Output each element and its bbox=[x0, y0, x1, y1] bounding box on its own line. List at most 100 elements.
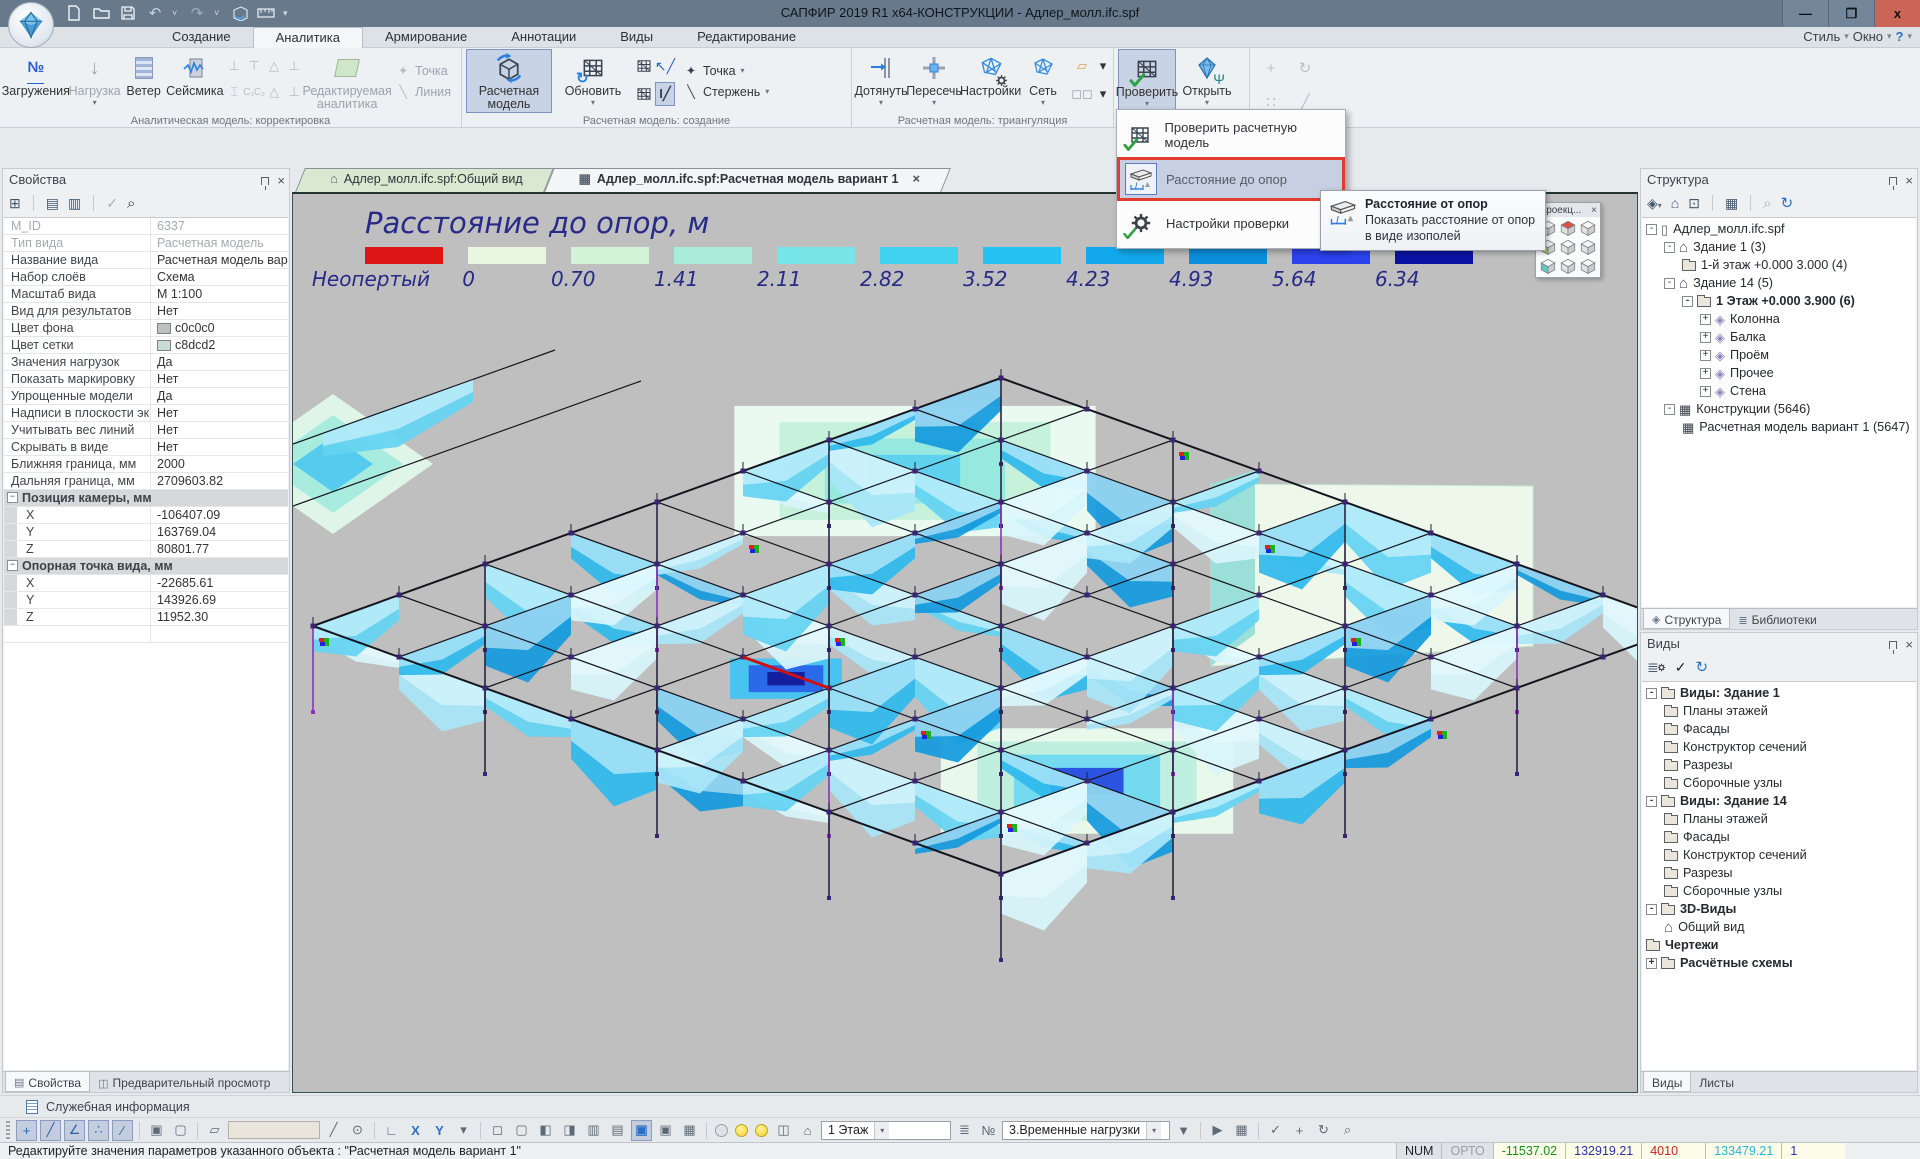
view-tab-analysis-model[interactable]: ▦Адлер_молл.ifc.spf:Расчетная модель вар… bbox=[549, 168, 946, 192]
editable-analytics-button[interactable]: Редактируемая аналитика bbox=[306, 49, 388, 113]
expander-icon[interactable]: - bbox=[1664, 278, 1675, 289]
property-row[interactable]: M_ID 6337 bbox=[4, 218, 288, 235]
help-menu[interactable]: ? bbox=[1896, 29, 1904, 44]
tab-sheets[interactable]: Листы bbox=[1691, 1072, 1742, 1092]
refresh-icon[interactable]: ↻ bbox=[1695, 658, 1708, 676]
tree-item[interactable]: Общий вид bbox=[1642, 918, 1916, 936]
apply-icon[interactable]: ✓ bbox=[106, 195, 118, 212]
refresh-icon[interactable]: ↻ bbox=[1781, 194, 1794, 212]
loadcase-select[interactable]: 3.Временные нагрузки▾ bbox=[1002, 1121, 1170, 1140]
rotate-tool-icon[interactable]: ↻ bbox=[1313, 1120, 1334, 1141]
viewport-canvas[interactable]: Расстояние до опор, м Неопертый 0 bbox=[292, 192, 1638, 1093]
menu-item-check-settings[interactable]: Настройки проверки bbox=[1117, 201, 1345, 245]
expander-icon[interactable]: + bbox=[1700, 350, 1711, 361]
property-row[interactable]: Позиция камеры, мм bbox=[4, 490, 288, 507]
zoom-tool-icon[interactable]: ⌕ bbox=[1337, 1120, 1358, 1141]
view-wire-icon[interactable]: ◻ bbox=[487, 1120, 508, 1141]
menu-tab[interactable]: Аналитика bbox=[253, 27, 363, 48]
tab-preview[interactable]: ◫Предварительный просмотр bbox=[90, 1072, 278, 1092]
view-texture-icon[interactable]: ▥ bbox=[583, 1120, 604, 1141]
service-info-bar[interactable]: Служебная информация bbox=[0, 1095, 1920, 1117]
proj-back-icon[interactable] bbox=[1579, 238, 1597, 256]
tree-item[interactable]: 1-й этаж +0.000 3.000 (4) bbox=[1642, 256, 1916, 274]
model-rod-button[interactable]: ╲Стержень▾ bbox=[684, 84, 769, 99]
minimize-button[interactable]: — bbox=[1782, 0, 1828, 27]
view-render-icon[interactable]: ◨ bbox=[559, 1120, 580, 1141]
maximize-button[interactable]: ❐ bbox=[1828, 0, 1874, 27]
table-filter-icon[interactable]: ▦ bbox=[1231, 1120, 1252, 1141]
export-icon[interactable]: ⊡ bbox=[1688, 195, 1700, 212]
triangulation-settings-button[interactable]: Настройки bbox=[962, 49, 1019, 113]
menu-tab[interactable]: Создание bbox=[150, 27, 253, 48]
tree-item[interactable]: Конструктор сечений bbox=[1642, 738, 1916, 756]
proj-right-icon[interactable] bbox=[1579, 257, 1597, 275]
visibility-on-icon[interactable] bbox=[755, 1124, 768, 1137]
checked-list-icon[interactable]: ▥ bbox=[68, 195, 81, 212]
app-logo[interactable] bbox=[8, 2, 54, 48]
proj-left-icon[interactable] bbox=[1559, 257, 1577, 275]
work-plane-icon[interactable]: ▱ bbox=[204, 1120, 225, 1141]
tab-libraries[interactable]: ≣Библиотеки bbox=[1730, 609, 1824, 629]
view-tab-general[interactable]: ⌂Адлер_молл.ifc.spf:Общий вид bbox=[300, 168, 549, 192]
tree-item[interactable]: Сборочные узлы bbox=[1642, 882, 1916, 900]
tree-item[interactable]: Планы этажей bbox=[1642, 702, 1916, 720]
visibility-half-icon[interactable] bbox=[735, 1124, 748, 1137]
tree-item[interactable]: Фасады bbox=[1642, 828, 1916, 846]
toolbar-grip[interactable] bbox=[6, 1121, 10, 1139]
menu-tab[interactable]: Редактирование bbox=[675, 27, 818, 48]
property-row[interactable]: Название вида Расчетная модель вари... bbox=[4, 252, 288, 269]
check-button[interactable]: Проверить▾ bbox=[1118, 49, 1176, 113]
update-mesh-icon[interactable] bbox=[634, 54, 654, 78]
filter-layers-icon[interactable]: ◈▾ bbox=[1647, 195, 1662, 212]
load-number-icon[interactable]: № bbox=[978, 1120, 999, 1141]
select-filter-icon[interactable]: ▶ bbox=[1207, 1120, 1228, 1141]
loadings-button[interactable]: № Загружения bbox=[4, 49, 68, 113]
view-shaded-icon[interactable]: ◧ bbox=[535, 1120, 556, 1141]
tree-item[interactable]: + Балка bbox=[1642, 328, 1916, 346]
line-mode-icon[interactable]: ╱ bbox=[323, 1120, 344, 1141]
visibility-off-icon[interactable] bbox=[715, 1124, 728, 1137]
rod-edit-icon[interactable]: I╱ bbox=[655, 82, 675, 106]
expander-icon[interactable]: - bbox=[1646, 904, 1657, 915]
property-row[interactable] bbox=[4, 626, 288, 643]
home-icon[interactable]: ⌂ bbox=[1671, 195, 1679, 211]
tree-item[interactable]: + Прочее bbox=[1642, 364, 1916, 382]
list-view-icon[interactable]: ▤ bbox=[46, 195, 59, 212]
proj-teal-icon[interactable] bbox=[1539, 257, 1557, 275]
wind-button[interactable]: Ветер bbox=[122, 49, 166, 113]
view-settings-icon[interactable]: ≣ bbox=[1647, 659, 1666, 676]
expander-icon[interactable]: - bbox=[1682, 296, 1693, 307]
analysis-model-button[interactable]: Расчетная модель bbox=[466, 49, 552, 113]
property-row[interactable]: Учитывать вес линий Нет bbox=[4, 422, 288, 439]
proj-front-icon[interactable] bbox=[1559, 238, 1577, 256]
window-menu[interactable]: Окно bbox=[1853, 29, 1883, 44]
find-icon[interactable]: ⌕ bbox=[1763, 195, 1771, 212]
pin-icon[interactable] bbox=[1889, 177, 1897, 185]
tree-item[interactable]: + Проём bbox=[1642, 346, 1916, 364]
screen-snap-icon[interactable]: ▣ bbox=[146, 1120, 167, 1141]
close-icon[interactable] bbox=[1591, 205, 1597, 216]
tree-item[interactable]: - Конструкции (5646) bbox=[1642, 400, 1916, 418]
menu-item-check-model[interactable]: Проверить расчетную модель bbox=[1117, 113, 1345, 157]
ortho-mode-icon[interactable]: ∟ bbox=[381, 1120, 402, 1141]
pan-tool-icon[interactable]: + bbox=[1289, 1120, 1310, 1141]
tree-item[interactable]: Планы этажей bbox=[1642, 810, 1916, 828]
snap-axis-toggle[interactable]: ∕ bbox=[112, 1120, 133, 1141]
property-row[interactable]: Набор слоёв Схема bbox=[4, 269, 288, 286]
pointer-slash-icon[interactable]: ↖╱ bbox=[655, 54, 675, 78]
load-button[interactable]: ↓ Нагрузка▾ bbox=[70, 49, 120, 113]
extend-button[interactable]: Дотянуть▾ bbox=[856, 49, 906, 113]
expander-icon[interactable]: - bbox=[1664, 242, 1675, 253]
tree-item[interactable]: Разрезы bbox=[1642, 756, 1916, 774]
apply-check-icon[interactable]: ✓ bbox=[1265, 1120, 1286, 1141]
expander-icon[interactable]: + bbox=[1646, 958, 1657, 969]
property-row[interactable]: Z 11952.30 bbox=[4, 609, 288, 626]
tree-item[interactable]: Конструктор сечений bbox=[1642, 846, 1916, 864]
property-row[interactable]: Z 80801.77 bbox=[4, 541, 288, 558]
tree-item[interactable]: Фасады bbox=[1642, 720, 1916, 738]
property-row[interactable]: Вид для результатов Нет bbox=[4, 303, 288, 320]
object-snap-icon[interactable]: ▢ bbox=[170, 1120, 191, 1141]
tree-item[interactable]: + Стена bbox=[1642, 382, 1916, 400]
storey-select[interactable]: 1 Этаж▾ bbox=[821, 1121, 951, 1140]
property-row[interactable]: Масштаб вида М 1:100 bbox=[4, 286, 288, 303]
